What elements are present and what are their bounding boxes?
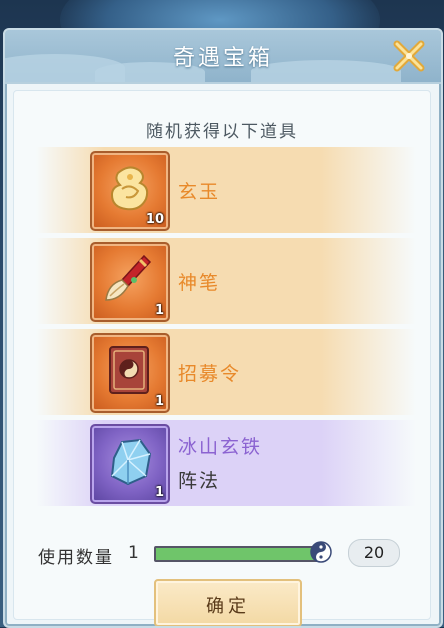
item-count: 10 <box>145 212 164 227</box>
list-item: 10 玄玉 <box>36 147 416 233</box>
list-item: 1 神笔 <box>36 238 416 324</box>
brush-icon <box>105 254 152 301</box>
list-item: 1 招募令 <box>36 329 416 415</box>
quantity-label: 使用数量 <box>38 548 114 568</box>
reward-subtitle: 随机获得以下道具 <box>146 122 298 142</box>
item-name: 玄玉 <box>178 181 221 203</box>
confirm-button[interactable]: 确定 <box>154 579 302 626</box>
item-name: 冰山玄铁 <box>178 436 263 458</box>
yin-yang-icon <box>310 541 332 563</box>
item-count: 1 <box>154 485 164 500</box>
item-name: 神笔 <box>178 272 221 294</box>
close-button[interactable] <box>391 38 427 74</box>
item-slot[interactable]: 1 <box>90 242 170 322</box>
quantity-max[interactable]: 20 <box>348 539 400 567</box>
item-category: 阵法 <box>178 470 221 492</box>
title-bar: 奇遇宝箱 <box>5 30 441 84</box>
recruit-scroll-icon <box>109 346 149 394</box>
ice-iron-icon <box>110 438 152 486</box>
quantity-value: 1 <box>128 543 139 563</box>
item-count: 1 <box>154 303 164 318</box>
dialog-title: 奇遇宝箱 <box>172 46 273 71</box>
slider-fill <box>156 548 324 560</box>
item-slot[interactable]: 1 <box>90 333 170 413</box>
item-slot[interactable]: 1 <box>90 424 170 504</box>
close-icon <box>393 40 425 72</box>
slider-handle[interactable] <box>310 541 332 563</box>
treasure-chest-dialog: 奇遇宝箱 随机获得以下道具 10 玄玉 1 神笔 1 招募令 1 冰山玄铁 阵法… <box>3 28 443 628</box>
item-slot[interactable]: 10 <box>90 151 170 231</box>
content-area: 随机获得以下道具 10 玄玉 1 神笔 1 招募令 1 冰山玄铁 阵法 使用数量… <box>13 90 431 626</box>
confirm-label: 确定 <box>206 596 250 617</box>
list-item: 1 冰山玄铁 阵法 <box>36 420 416 506</box>
quantity-slider[interactable] <box>154 546 326 562</box>
item-name: 招募令 <box>178 363 242 385</box>
jade-icon <box>110 166 149 211</box>
item-count: 1 <box>154 394 164 409</box>
